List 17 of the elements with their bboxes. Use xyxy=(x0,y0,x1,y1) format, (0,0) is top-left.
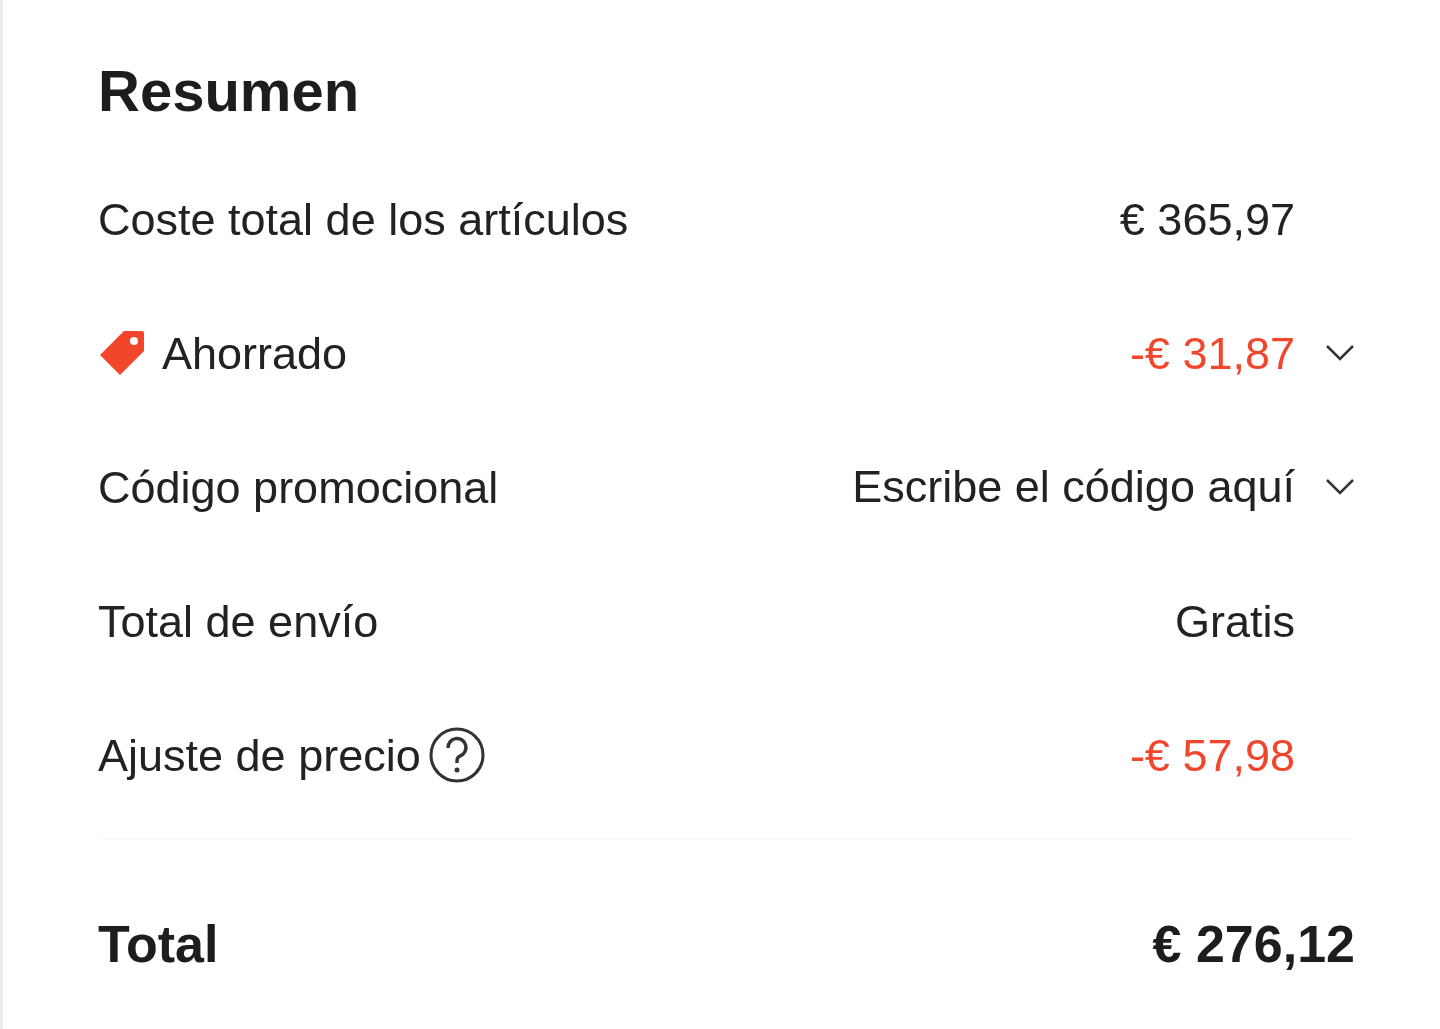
total-label: Total xyxy=(98,914,219,975)
summary-title: Resumen xyxy=(98,62,361,120)
tag-icon xyxy=(98,329,146,377)
help-icon[interactable] xyxy=(428,727,485,783)
row-value: -€ 31,87 xyxy=(1129,330,1295,376)
row-label: Ahorrado xyxy=(162,330,348,376)
row-label: Código promocional xyxy=(98,464,499,510)
row-value: € 365,97 xyxy=(1119,196,1295,242)
row-label: Coste total de los artículos xyxy=(98,196,629,242)
promo-code-field[interactable]: Escribe el código aquí xyxy=(735,461,1295,513)
row-label: Total de envío xyxy=(98,598,379,644)
expand-button[interactable] xyxy=(1325,344,1355,362)
row-value: Gratis xyxy=(1175,598,1295,644)
row-label: Ajuste de precio xyxy=(98,732,421,778)
expand-button[interactable] xyxy=(1325,478,1355,496)
row-value: -€ 57,98 xyxy=(1129,732,1295,778)
total-value: € 276,12 xyxy=(1152,914,1355,975)
